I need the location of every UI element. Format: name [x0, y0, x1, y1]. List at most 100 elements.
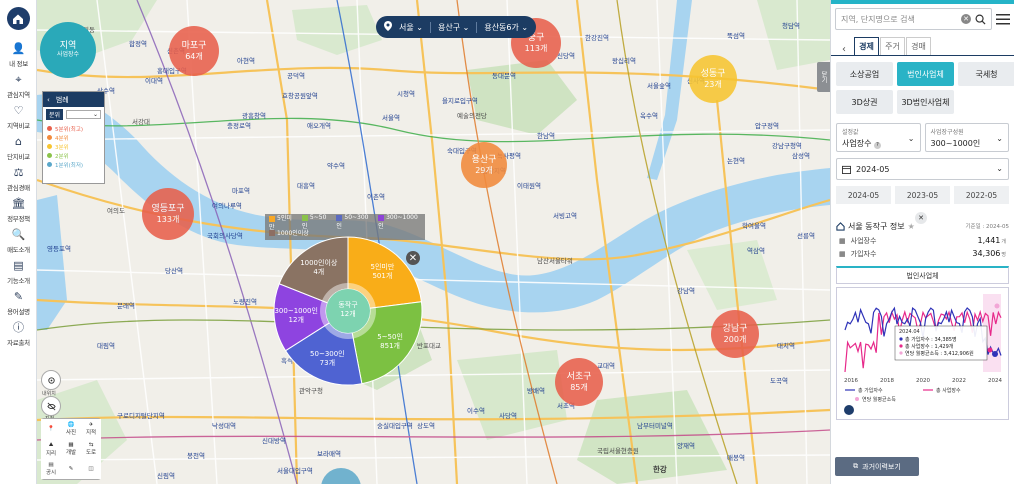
tool-building[interactable]: ▦ 개발: [61, 439, 81, 459]
legend-dot: [47, 162, 52, 167]
tab-housing[interactable]: 주거: [880, 37, 905, 55]
tooltip-line: 총 가입자수 : 34,385명: [905, 336, 957, 343]
x-tick-label: 2016: [844, 378, 858, 384]
trend-chart: 2024.04 총 가입자수 : 34,385명 총 사업장수 : 1,429개 연당…: [836, 287, 1009, 420]
legend-item: 5분위(최고): [47, 124, 100, 133]
nav-item-label: 내 정보: [9, 59, 28, 68]
clear-icon[interactable]: ✕: [961, 14, 971, 24]
tool-pin[interactable]: 📍: [41, 419, 61, 439]
legend-item: 2분위: [47, 151, 100, 160]
legend-header[interactable]: ‹ 범례: [43, 92, 104, 107]
source-corporate[interactable]: 법인사업체: [897, 62, 954, 86]
panel-tabs: ‹ 경제 주거 경매: [831, 34, 1014, 56]
source-small-business[interactable]: 소상공업: [836, 62, 893, 86]
month-option[interactable]: 2024-05: [836, 186, 891, 204]
source-tax[interactable]: 국세청: [958, 62, 1014, 86]
district-count: 29개: [475, 165, 493, 175]
my-location-button[interactable]: [41, 370, 61, 390]
nav-item[interactable]: 🔍 매도소개: [0, 225, 37, 256]
search-input[interactable]: 지역, 단지명으로 검색 ✕: [835, 8, 992, 30]
nav-item[interactable]: 🏛 정부정책: [0, 194, 37, 225]
external-link-icon: ⧉: [853, 462, 859, 470]
district-count: 85개: [570, 382, 588, 392]
help-icon[interactable]: ?: [874, 142, 881, 149]
donut-legend-item: 300~1000인: [378, 214, 418, 230]
x-tick-label: 2020: [916, 378, 930, 384]
nav-item-label: 관심경매: [7, 183, 30, 192]
stat-subscriber-count: ▦ 가입자수 34,306명: [839, 249, 1006, 258]
legend-label: 연당 월평균소득: [862, 396, 896, 403]
pin-icon: ⌖: [15, 72, 22, 86]
nav-item[interactable]: ⚖ 관심경매: [0, 163, 37, 194]
district-name: 영등포구: [151, 204, 185, 215]
region-selector[interactable]: 서울 ⌄ 용산구 ⌄ 용산동6가 ⌄: [376, 16, 537, 38]
history-report-button[interactable]: ⧉ 과거이력보기: [835, 457, 919, 476]
tooltip-line: 연당 월평균소득 : 3,412,906원: [905, 350, 974, 357]
map-view[interactable]: 망원동합정역서강대여의도영등포역노량진역흑석역동작역이촌역서빙고역한남역옥수역압…: [37, 0, 830, 484]
divider: [429, 21, 431, 33]
legend-select[interactable]: ⌄: [66, 109, 101, 119]
district-bubble[interactable]: 서초구 85개: [555, 358, 603, 406]
chart-tab[interactable]: 법인사업체: [836, 266, 1009, 284]
close-donut-button[interactable]: ✕: [406, 251, 420, 265]
source-3d-commercial[interactable]: 3D상권: [836, 90, 893, 114]
month-option[interactable]: 2022-05: [954, 186, 1009, 204]
tooltip-swatch: [899, 344, 903, 348]
district-name: 서초구: [566, 372, 592, 383]
source-3d-corporate[interactable]: 3D법인사업체: [897, 90, 954, 114]
nav-item[interactable]: ▤ 기능소개: [0, 256, 37, 287]
nav-item[interactable]: ⌂ 단지비교: [0, 132, 37, 163]
close-info-icon[interactable]: ✕: [915, 212, 927, 224]
district-bubble[interactable]: 용산구 29개: [461, 142, 507, 188]
dong-select[interactable]: 용산동6가 ⌄: [484, 22, 528, 33]
member-dropdown[interactable]: 사업장구성원 300~1000인 ⌄: [924, 123, 1009, 152]
district-name: 성동구: [700, 69, 726, 80]
district-count: 113개: [524, 43, 548, 53]
district-count: 23개: [704, 79, 722, 89]
tool-area[interactable]: ◫: [81, 459, 101, 479]
nav-item[interactable]: 👤 내 정보: [0, 39, 37, 70]
compare-icon: ♡: [13, 103, 24, 117]
region-count-bubble[interactable]: 지역 사업장수: [40, 22, 96, 78]
setting-dropdown[interactable]: 설정값 사업장수 ? ⌄: [836, 123, 921, 152]
star-icon[interactable]: ★: [908, 222, 915, 231]
district-select[interactable]: 용산구 ⌄: [438, 22, 469, 33]
district-bubble[interactable]: 마포구 64개: [169, 26, 219, 76]
tool-ruler[interactable]: ✎: [61, 459, 81, 479]
month-option[interactable]: 2023-05: [895, 186, 950, 204]
x-tick-label: 2018: [880, 378, 894, 384]
tool-mountain[interactable]: ⛰ 지리: [41, 439, 61, 459]
district-bubble[interactable]: 성동구 23개: [689, 55, 737, 103]
district-bubble[interactable]: 강남구 200개: [711, 310, 759, 358]
home-logo-icon[interactable]: [6, 7, 30, 30]
legend-label: 총 사업장수: [936, 387, 961, 394]
home-icon: [836, 221, 845, 231]
right-panel: 지역, 단지명으로 검색 ✕ ‹ 경제 주거 경매 소상공업 법인사업체 국세청…: [830, 0, 1014, 484]
nav-item[interactable]: ✎ 용어설명: [0, 287, 37, 318]
member-label: 사업장구성원: [930, 129, 964, 136]
tab-economy[interactable]: 경제: [854, 37, 879, 55]
month-dropdown[interactable]: 2024-05 ⌄: [836, 158, 1009, 180]
tool-doc[interactable]: ▤ 공시: [41, 459, 61, 479]
setting-value: 사업장수: [842, 139, 872, 148]
tool-road[interactable]: ⇆ 도로: [81, 439, 101, 459]
pin-icon: [384, 21, 392, 33]
cadastral-toggle[interactable]: [41, 396, 61, 416]
nav-item-label: 자료출처: [7, 338, 30, 347]
data-source-buttons: 소상공업 법인사업체 국세청 3D상권 3D법인사업체: [831, 56, 1014, 114]
tool-globe[interactable]: 🌐 사진: [61, 419, 81, 439]
government-icon: 🏛: [11, 196, 26, 210]
back-icon[interactable]: ‹: [835, 44, 853, 55]
menu-icon[interactable]: [996, 13, 1010, 25]
tool-plane[interactable]: ✈ 지적: [81, 419, 101, 439]
nav-item[interactable]: ⓘ 자료출처: [0, 318, 37, 349]
panel-toggle-tab[interactable]: 닫기: [817, 62, 830, 92]
city-select[interactable]: 서울 ⌄: [399, 22, 423, 33]
nav-item[interactable]: ⌖ 관심지역: [0, 70, 37, 101]
district-bubble[interactable]: 영등포구 133개: [142, 188, 194, 240]
collapse-icon[interactable]: ‹: [47, 96, 50, 104]
search-icon[interactable]: [975, 14, 986, 25]
nav-item[interactable]: ♡ 지역비교: [0, 101, 37, 132]
tab-auction[interactable]: 경매: [906, 37, 931, 55]
nav-item-label: 매도소개: [7, 245, 30, 254]
